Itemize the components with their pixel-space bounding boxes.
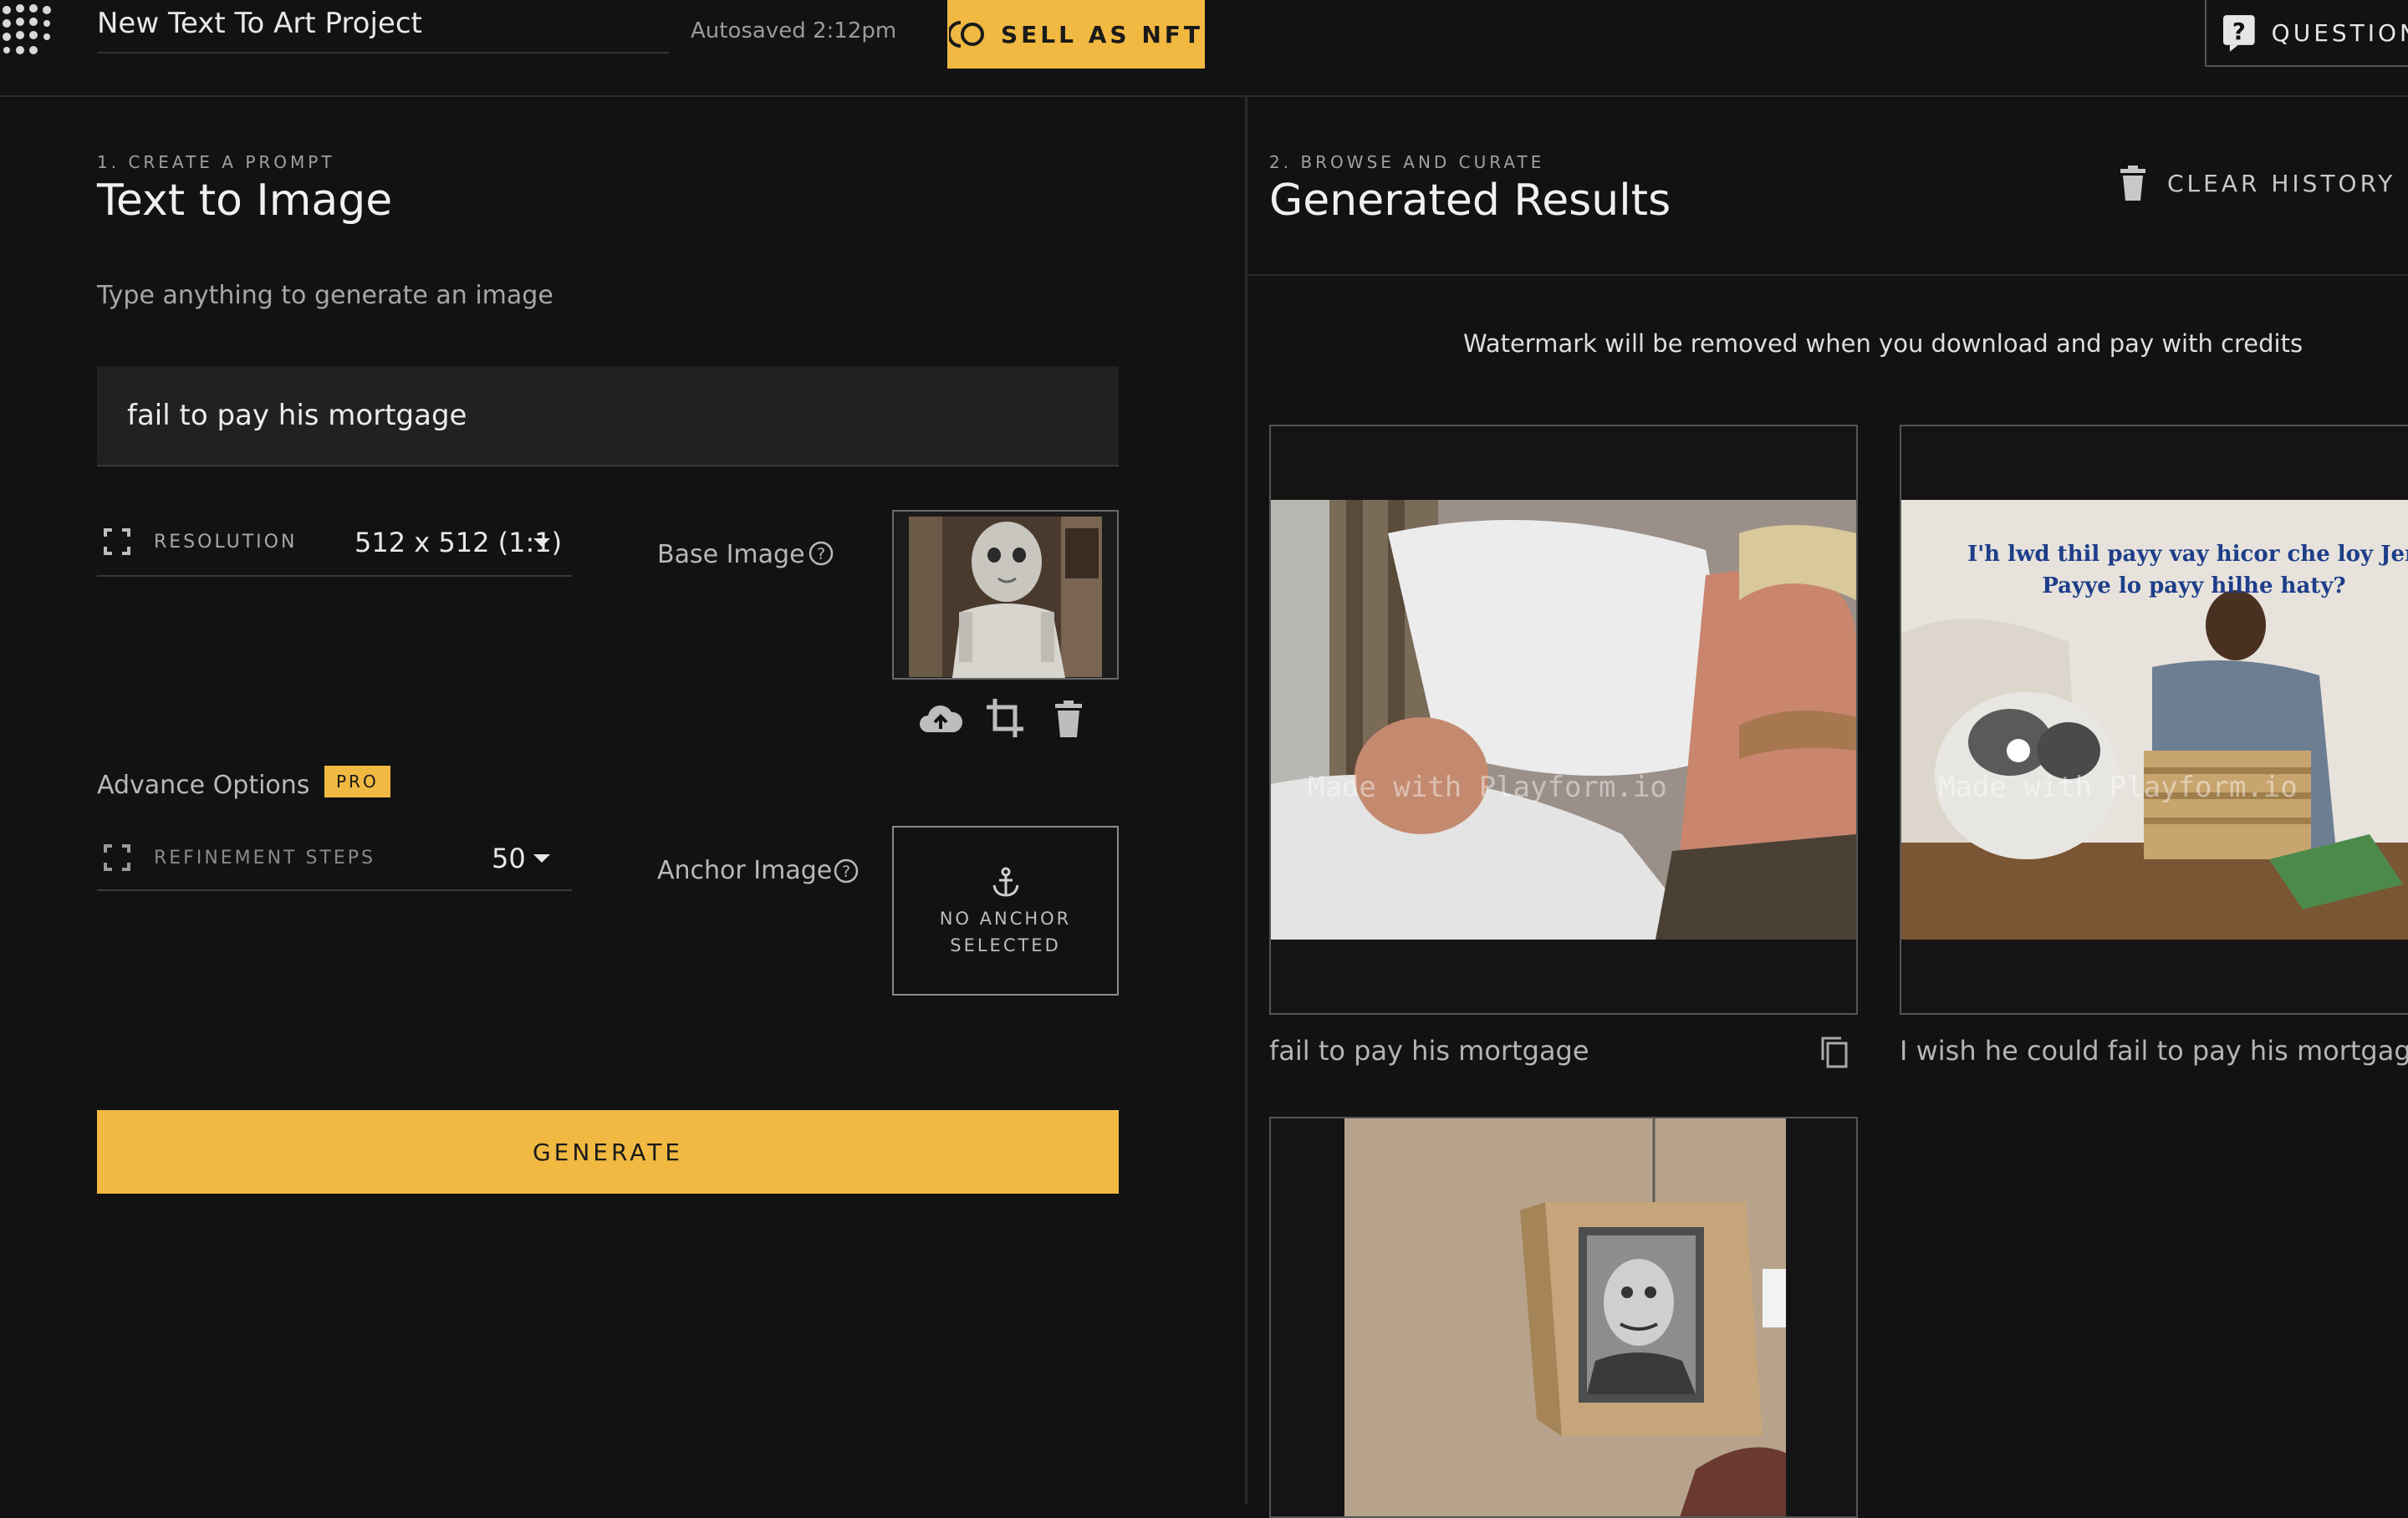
delete-base-image-icon[interactable] <box>1054 700 1084 737</box>
right-step-label: 2. BROWSE AND CURATE <box>1269 152 1545 172</box>
result-caption: fail to pay his mortgage <box>1269 1035 1589 1067</box>
refinement-steps-label: REFINEMENT STEPS <box>154 848 375 869</box>
prompt-input[interactable]: fail to pay his mortgage <box>97 366 1119 466</box>
advance-options-label: Advance Options <box>97 771 310 800</box>
result-watermark: Made with Playform.io <box>1938 771 2298 804</box>
refinement-steps-select[interactable]: REFINEMENT STEPS 50 <box>97 831 572 891</box>
left-panel-title: Text to Image <box>97 176 393 226</box>
expand-icon <box>104 528 130 555</box>
anchor-image-help-icon[interactable]: ? <box>833 858 860 884</box>
panel-divider <box>1245 95 1247 1505</box>
anchor-image-dropzone[interactable]: NO ANCHOR SELECTED <box>892 826 1119 996</box>
result-image <box>1271 500 1856 940</box>
base-image-help-icon[interactable]: ? <box>808 540 834 567</box>
refinement-steps-value: 50 <box>492 843 526 874</box>
result-caption: I wish he could fail to pay his mortgage <box>1900 1035 2408 1067</box>
trash-icon <box>2120 166 2145 201</box>
generate-label: GENERATE <box>532 1138 684 1166</box>
chevron-down-icon <box>533 854 550 863</box>
result-image <box>1344 1118 1786 1516</box>
result-card[interactable]: Made with Playform.io <box>1269 425 1858 1015</box>
prompt-hint: Type anything to generate an image <box>97 281 554 310</box>
clear-history-button[interactable]: CLEAR HISTORY <box>2119 166 2395 201</box>
anchor-image-label: Anchor Image <box>657 856 833 885</box>
svg-text:?: ? <box>842 863 850 881</box>
base-image-label: Base Image <box>657 540 805 569</box>
project-title-field[interactable]: New Text To Art Project <box>97 7 669 53</box>
base-image-thumbnail <box>909 517 1102 678</box>
generate-button[interactable]: GENERATE <box>97 1110 1119 1194</box>
help-icon: ? <box>2222 15 2255 52</box>
resolution-select[interactable]: RESOLUTION 512 x 512 (1:1) <box>97 515 572 577</box>
sell-as-nft-label: SELL AS NFT <box>1001 20 1203 48</box>
image-text-line1: I'h lwd thil payy vay hicor che loy Jen <box>1967 542 2408 567</box>
autosave-status: Autosaved 2:12pm <box>691 18 897 43</box>
expand-icon <box>104 844 130 871</box>
resolution-value: 512 x 512 (1:1) <box>355 527 563 558</box>
sell-as-nft-button[interactable]: SELL AS NFT <box>947 0 1205 69</box>
anchor-empty-line1: NO ANCHOR <box>939 908 1072 929</box>
project-title: New Text To Art Project <box>97 7 422 40</box>
clear-history-label: CLEAR HISTORY <box>2167 169 2396 197</box>
result-card[interactable]: I'h lwd thil payy vay hicor che loy Jen … <box>1900 425 2408 1015</box>
nft-icon <box>949 21 985 48</box>
resolution-label: RESOLUTION <box>154 532 298 553</box>
crop-icon[interactable] <box>985 697 1025 739</box>
result-watermark: Made with Playform.io <box>1308 771 1667 804</box>
app-logo-icon[interactable] <box>0 2 59 62</box>
copy-icon[interactable] <box>1819 1035 1849 1068</box>
results-header-divider <box>1247 274 2408 276</box>
image-text-line2: Payye lo payy hilhe haty? <box>2042 573 2346 599</box>
top-bar: New Text To Art Project Autosaved 2:12pm… <box>0 0 2408 97</box>
watermark-notice: Watermark will be removed when you downl… <box>1463 329 2303 358</box>
pro-badge: PRO <box>324 766 390 797</box>
right-panel-title: Generated Results <box>1269 176 1671 226</box>
svg-text:?: ? <box>817 545 825 563</box>
base-image-preview[interactable] <box>892 510 1119 680</box>
questions-button[interactable]: ? QUESTION <box>2205 0 2408 67</box>
chevron-down-icon <box>533 538 550 547</box>
prompt-input-value: fail to pay his mortgage <box>127 399 467 432</box>
questions-label: QUESTION <box>2271 18 2408 47</box>
result-card[interactable] <box>1269 1117 1858 1518</box>
anchor-empty-line2: SELECTED <box>950 935 1061 955</box>
result-image-text: I'h lwd thil payy vay hicor che loy Jen … <box>1901 538 2408 602</box>
left-step-label: 1. CREATE A PROMPT <box>97 152 335 172</box>
svg-text:?: ? <box>2232 18 2246 45</box>
upload-icon[interactable] <box>918 702 963 736</box>
anchor-icon <box>992 867 1018 897</box>
